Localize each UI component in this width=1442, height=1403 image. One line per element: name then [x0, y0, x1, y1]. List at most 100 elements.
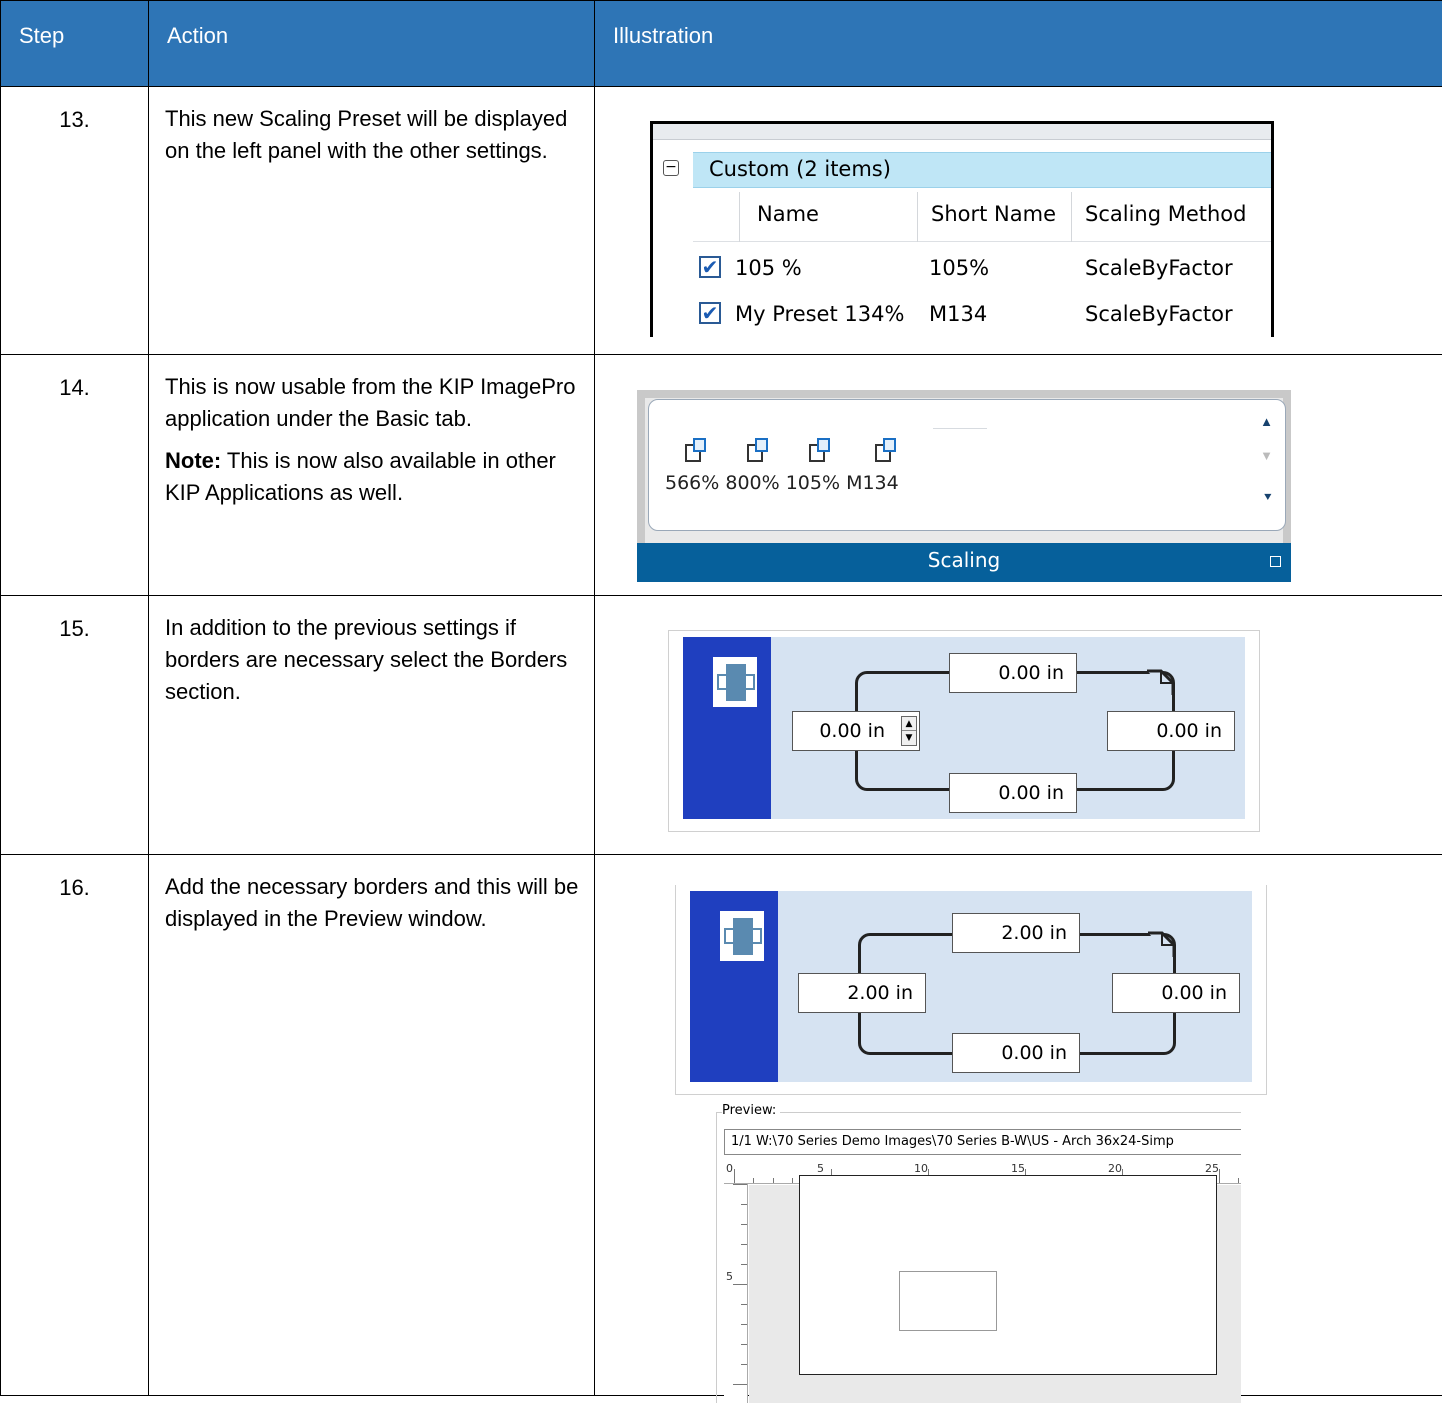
ruler-label: 25 [1205, 1162, 1219, 1175]
scaling-ribbon-group: 566% 800% 105% M134 ▲ ▼ ⯆ Scaling [637, 390, 1291, 582]
scale-566-icon[interactable] [685, 438, 707, 462]
scale-preset-labels[interactable]: 566% 800% 105% M134 [665, 472, 899, 494]
column-scaling-method[interactable]: Scaling Method [1085, 202, 1247, 226]
table-row: 14. This is now usable from the KIP Imag… [1, 355, 1442, 596]
page-dogear-icon [1148, 931, 1174, 957]
ruler-label: 15 [1011, 1162, 1025, 1175]
scale-105-icon[interactable] [809, 438, 831, 462]
illustration-cell: 566% 800% 105% M134 ▲ ▼ ⯆ Scaling [595, 355, 1442, 596]
scroll-up-icon[interactable]: ▲ [1260, 414, 1273, 429]
preview-file-path[interactable]: 1/1 W:\70 Series Demo Images\70 Series B… [724, 1129, 1241, 1155]
action-cell: This is now usable from the KIP ImagePro… [149, 355, 595, 596]
collapse-icon[interactable]: − [663, 160, 679, 176]
ruler-label: 10 [914, 1162, 928, 1175]
preview-panel: Preview: 1/1 W:\70 Series Demo Images\70… [716, 1103, 1241, 1403]
ruler-tick [773, 1178, 774, 1183]
header-action: Action [149, 1, 595, 87]
border-top-field[interactable]: 0.00 in [949, 653, 1077, 693]
scale-800-icon[interactable] [747, 438, 769, 462]
illustration-cell: 0.00 in 0.00 in ▲ ▼ 0.00 in 0.00 in [595, 596, 1442, 855]
ruler-tick [741, 1224, 747, 1225]
ruler-label: 5 [726, 1270, 733, 1283]
preview-sheet [799, 1175, 1217, 1375]
header-step: Step [1, 1, 149, 87]
ruler-tick [733, 1184, 747, 1185]
gallery-separator [933, 428, 987, 429]
dialog-launcher-icon[interactable] [1270, 556, 1281, 567]
border-left-spinner[interactable]: ▲ ▼ [901, 716, 917, 746]
ruler-tick [1238, 1178, 1239, 1183]
illustration-cell: − Custom (2 items) Name Short Name Scali… [595, 87, 1442, 355]
gallery-more-icon[interactable]: ⯆ [1263, 490, 1273, 506]
ruler-label: 0 [726, 1162, 733, 1175]
ruler-tick [741, 1304, 747, 1305]
ribbon-group-footer: Scaling [637, 543, 1291, 582]
scaling-presets-grid: − Custom (2 items) Name Short Name Scali… [650, 121, 1274, 337]
checkbox-icon[interactable]: ✔ [699, 302, 721, 324]
ruler-tick [1219, 1169, 1220, 1183]
preset-method: ScaleByFactor [1085, 302, 1233, 326]
column-divider [1071, 192, 1072, 242]
borders-document-icon [713, 657, 757, 707]
action-text: Add the necessary borders and this will … [165, 871, 582, 935]
ruler-tick [741, 1344, 747, 1345]
border-top-field[interactable]: 2.00 in [952, 913, 1080, 953]
column-short-name[interactable]: Short Name [931, 202, 1056, 226]
preset-method: ScaleByFactor [1085, 256, 1233, 280]
grid-group-row[interactable]: − Custom (2 items) [653, 152, 1271, 188]
action-cell: This new Scaling Preset will be displaye… [149, 87, 595, 355]
checkbox-icon[interactable]: ✔ [699, 256, 721, 278]
ruler-tick [734, 1169, 735, 1183]
column-divider [739, 192, 740, 242]
border-left-field[interactable]: 2.00 in [798, 973, 926, 1013]
grid-row[interactable]: ✔ 105 % 105% ScaleByFactor [693, 248, 1271, 292]
column-name[interactable]: Name [757, 202, 819, 226]
page-dogear-icon [1147, 669, 1173, 695]
grid-row[interactable]: ✔ My Preset 134% M134 ScaleByFactor [693, 294, 1271, 337]
preset-short-name: 105% [929, 256, 989, 280]
ruler-tick [741, 1364, 747, 1365]
note-paragraph: Note: This is now also available in othe… [165, 445, 582, 509]
border-bottom-field[interactable]: 0.00 in [949, 773, 1077, 813]
borders-document-icon [720, 911, 764, 961]
ruler-tick [733, 1384, 747, 1385]
borders-sidebar [683, 637, 771, 819]
table-row: 16. Add the necessary borders and this w… [1, 855, 1442, 1396]
spin-up-icon[interactable]: ▲ [902, 717, 916, 731]
column-divider [917, 192, 918, 242]
borders-widget: 0.00 in 0.00 in ▲ ▼ 0.00 in 0.00 in [668, 630, 1260, 832]
illustration-cell: 2.00 in 2.00 in 0.00 in 0.00 in Preview:… [595, 855, 1442, 1396]
ribbon-gallery: 566% 800% 105% M134 ▲ ▼ ⯆ [648, 399, 1286, 531]
header-illustration: Illustration [595, 1, 1442, 87]
note-text: This is now also available in other KIP … [165, 448, 556, 505]
scroll-down-icon[interactable]: ▼ [1260, 448, 1273, 463]
preview-image-thumbnail [899, 1271, 997, 1331]
border-right-field[interactable]: 0.00 in [1107, 711, 1235, 751]
border-left-value: 0.00 in [819, 720, 885, 742]
ruler-label: 20 [1108, 1162, 1122, 1175]
preset-name: My Preset 134% [735, 302, 904, 326]
action-cell: Add the necessary borders and this will … [149, 855, 595, 1396]
spin-down-icon[interactable]: ▼ [902, 731, 916, 745]
ruler-tick [733, 1284, 747, 1285]
border-right-field[interactable]: 0.00 in [1112, 973, 1240, 1013]
note-label: Note: [165, 448, 221, 473]
grid-header: Name Short Name Scaling Method [693, 192, 1271, 242]
scale-m134-icon[interactable] [875, 438, 897, 462]
table-header-row: Step Action Illustration [1, 1, 1442, 87]
step-number: 14. [1, 355, 149, 596]
group-label: Custom (2 items) [693, 152, 1271, 188]
borders-widget: 2.00 in 2.00 in 0.00 in 0.00 in [675, 885, 1267, 1095]
ruler-tick [741, 1204, 747, 1205]
border-left-field[interactable]: 0.00 in ▲ ▼ [792, 711, 920, 751]
preview-canvas[interactable] [749, 1185, 1241, 1403]
preset-name: 105 % [735, 256, 802, 280]
action-text: In addition to the previous settings if … [165, 612, 582, 708]
step-number: 15. [1, 596, 149, 855]
preset-short-name: M134 [929, 302, 987, 326]
border-bottom-field[interactable]: 0.00 in [952, 1033, 1080, 1073]
action-text: This is now usable from the KIP ImagePro… [165, 371, 582, 435]
preview-legend: Preview: [722, 1103, 780, 1118]
ruler-tick [741, 1244, 747, 1245]
table-row: 15. In addition to the previous settings… [1, 596, 1442, 855]
